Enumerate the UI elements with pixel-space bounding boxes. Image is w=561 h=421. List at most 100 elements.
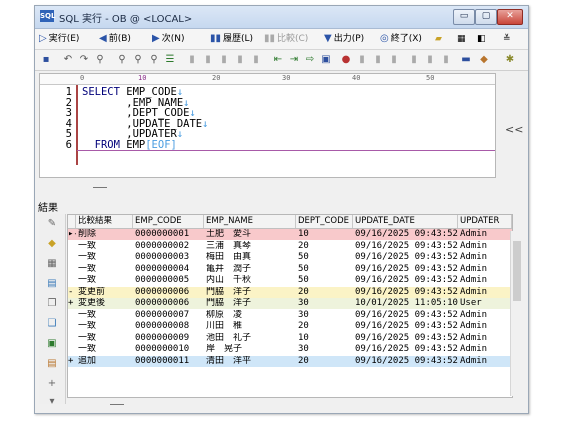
updater-cell[interactable]: Admin xyxy=(458,310,512,321)
maximize-button[interactable]: ▢ xyxy=(475,9,497,25)
folder-icon[interactable]: ▰ xyxy=(435,32,442,46)
emp-name-cell[interactable]: 門脇 洋子 xyxy=(204,298,296,309)
table-row[interactable]: 一致 0000000010 岸 晃子 30 09/16/2025 09:43:52 Adm… xyxy=(68,344,512,355)
table-row[interactable]: 一致 0000000003 梅田 由真 50 09/16/2025 09:43:52 Ad… xyxy=(68,252,512,263)
compare-result-cell[interactable]: 追加 xyxy=(76,356,133,367)
emp-name-cell[interactable]: 三浦 真琴 xyxy=(204,241,296,252)
redo-icon[interactable]: ↷ xyxy=(77,53,91,67)
column-header[interactable]: DEPT_CODE xyxy=(296,215,353,228)
emp-code-cell[interactable]: 0000000006 xyxy=(133,298,204,309)
results-grid[interactable]: 比較結果 EMP_CODE EMP_NAME DEPT_CODE UPDATE_… xyxy=(67,214,513,398)
sql-run-icon[interactable]: ▣ xyxy=(319,53,333,67)
find-prev-icon[interactable]: ⚲ xyxy=(131,53,145,67)
dept-code-cell[interactable]: 20 xyxy=(296,321,353,332)
compare-button[interactable]: ▮▮ 比較(C) xyxy=(264,32,308,46)
layout-icon[interactable]: ▬ xyxy=(459,53,473,67)
updater-cell[interactable]: Admin xyxy=(458,241,512,252)
row-indicator[interactable]: + xyxy=(68,356,76,367)
compare-result-cell[interactable]: 一致 xyxy=(76,344,133,355)
table-row[interactable]: 一致 0000000007 柳原 凌 30 09/16/2025 09:43:52 Adm… xyxy=(68,309,512,321)
find-icon[interactable]: ⚲ xyxy=(93,53,107,67)
update-date-cell[interactable]: 10/01/2025 11:05:10 xyxy=(353,298,458,309)
emp-code-cell[interactable]: 0000000008 xyxy=(133,321,204,332)
updater-cell[interactable]: Admin xyxy=(458,333,512,344)
splitter-handle[interactable] xyxy=(110,404,124,405)
update-date-cell[interactable]: 09/16/2025 09:43:52 xyxy=(353,321,458,332)
vertical-scrollbar[interactable] xyxy=(510,231,523,396)
updater-cell[interactable]: Admin xyxy=(458,356,512,367)
upper-icon[interactable]: ▮ xyxy=(249,53,263,67)
emp-code-cell[interactable]: 0000000011 xyxy=(133,356,204,367)
dept-code-cell[interactable]: 10 xyxy=(296,333,353,344)
updater-cell[interactable]: Admin xyxy=(458,229,512,240)
emp-name-cell[interactable]: 門脇 洋子 xyxy=(204,287,296,298)
update-date-cell[interactable]: 09/16/2025 09:43:52 xyxy=(353,287,458,298)
grid-icon[interactable]: ▦ xyxy=(457,32,466,46)
collapse-icon[interactable]: << xyxy=(505,123,523,136)
print-icon[interactable]: ▤ xyxy=(45,358,59,370)
emp-code-cell[interactable]: 0000000001 xyxy=(133,229,204,240)
emp-code-cell[interactable]: 0000000006 xyxy=(133,287,204,298)
updater-cell[interactable]: Admin xyxy=(458,264,512,275)
update-date-cell[interactable]: 09/16/2025 09:43:52 xyxy=(353,333,458,344)
scroll-thumb[interactable] xyxy=(513,241,521,301)
key-icon[interactable]: ◆ xyxy=(45,238,59,250)
table-row[interactable]: 一致 0000000004 亀井 潤子 50 09/16/2025 09:43:52 Ad… xyxy=(68,263,512,275)
edit-icon[interactable]: ✎ xyxy=(45,218,59,230)
output-button[interactable]: ▼ 出力(P) xyxy=(324,32,364,46)
rollback-icon[interactable]: ▮ xyxy=(387,53,401,67)
exit-button[interactable]: ◎ 終了(X) xyxy=(380,32,422,46)
emp-name-cell[interactable]: 梅田 由真 xyxy=(204,252,296,263)
previous-button[interactable]: ◀ 前(B) xyxy=(99,32,131,46)
replace-icon[interactable]: ⚲ xyxy=(147,53,161,67)
updater-cell[interactable]: Admin xyxy=(458,321,512,332)
add-icon[interactable]: + xyxy=(45,378,59,390)
emp-code-cell[interactable]: 0000000005 xyxy=(133,275,204,286)
emp-name-cell[interactable]: 池田 礼子 xyxy=(204,333,296,344)
grid-view-icon[interactable]: ▦ xyxy=(45,258,59,270)
outdent-icon[interactable]: ▮ xyxy=(201,53,215,67)
emp-code-cell[interactable]: 0000000002 xyxy=(133,241,204,252)
column-header[interactable]: UPDATE_DATE xyxy=(353,215,458,228)
update-date-cell[interactable]: 09/16/2025 09:43:52 xyxy=(353,252,458,263)
emp-name-cell[interactable]: 亀井 潤子 xyxy=(204,264,296,275)
table-row[interactable]: 一致 0000000008 川田 稚 20 09/16/2025 09:43:52 Adm… xyxy=(68,321,512,332)
row-indicator[interactable]: - xyxy=(68,287,76,298)
update-date-cell[interactable]: 09/16/2025 09:43:52 xyxy=(353,275,458,286)
dept-code-cell[interactable]: 20 xyxy=(296,241,353,252)
column-header[interactable]: UPDATER xyxy=(458,215,512,228)
update-date-cell[interactable]: 09/16/2025 09:43:52 xyxy=(353,241,458,252)
history-button[interactable]: ▮▮ 履歴(L) xyxy=(210,32,253,46)
uncomment-icon[interactable]: ▮ xyxy=(233,53,247,67)
table-row[interactable]: 一致 0000000009 池田 礼子 10 09/16/2025 09:43:52 Ad… xyxy=(68,332,512,344)
connect-icon[interactable]: ● xyxy=(339,53,353,67)
table-icon[interactable]: ▮ xyxy=(407,53,421,67)
paint-icon[interactable]: ◆ xyxy=(477,53,491,67)
updater-cell[interactable]: User xyxy=(458,298,512,309)
compare-result-cell[interactable]: 一致 xyxy=(76,333,133,344)
emp-code-cell[interactable]: 0000000003 xyxy=(133,252,204,263)
column-header[interactable]: EMP_CODE xyxy=(133,215,204,228)
column-header[interactable]: EMP_NAME xyxy=(204,215,296,228)
emp-name-cell[interactable]: 川田 稚 xyxy=(204,321,296,332)
execute-button[interactable]: ▷ 実行(E) xyxy=(39,32,79,46)
emp-code-cell[interactable]: 0000000004 xyxy=(133,264,204,275)
close-button[interactable]: ✕ xyxy=(497,9,523,25)
minimize-button[interactable]: ▭ xyxy=(453,9,475,25)
compare-result-cell[interactable]: 一致 xyxy=(76,321,133,332)
dept-code-cell[interactable]: 50 xyxy=(296,275,353,286)
dept-code-cell[interactable]: 30 xyxy=(296,344,353,355)
update-date-cell[interactable]: 09/16/2025 09:43:52 xyxy=(353,310,458,321)
emp-code-cell[interactable]: 0000000009 xyxy=(133,333,204,344)
insert-icon[interactable]: ⇤ xyxy=(271,53,285,67)
settings-icon[interactable]: ✱ xyxy=(503,53,517,67)
update-date-cell[interactable]: 09/16/2025 09:43:52 xyxy=(353,356,458,367)
format-icon[interactable]: ☰ xyxy=(163,53,177,67)
dept-code-cell[interactable]: 30 xyxy=(296,310,353,321)
excel-icon[interactable]: ▣ xyxy=(45,338,59,350)
comment-icon[interactable]: ▮ xyxy=(217,53,231,67)
append-icon[interactable]: ⇥ xyxy=(287,53,301,67)
commit-icon[interactable]: ▮ xyxy=(371,53,385,67)
splitter-handle[interactable] xyxy=(93,187,107,188)
compare-result-cell[interactable]: 変更後 xyxy=(76,298,133,309)
